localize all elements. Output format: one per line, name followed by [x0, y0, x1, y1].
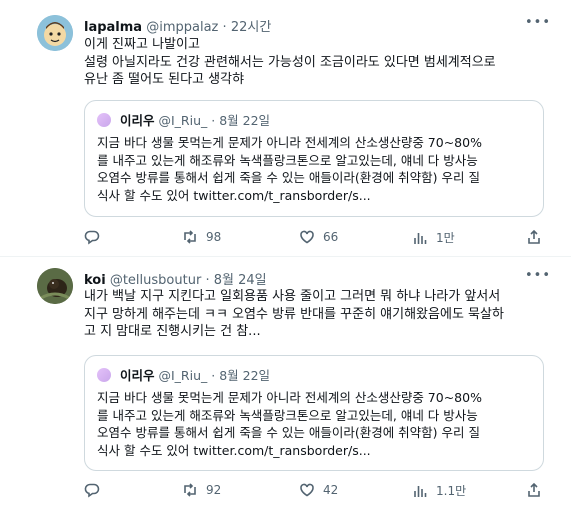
avatar[interactable]: [37, 268, 73, 304]
share-icon: [528, 229, 540, 244]
quote-display-name: 이리우: [119, 368, 155, 383]
views-button[interactable]: 1만: [412, 229, 455, 246]
action-bar: 92 42 1.1만: [84, 482, 554, 502]
quote-date: 8월 22일: [219, 113, 271, 128]
avatar[interactable]: [37, 15, 73, 51]
reply-button[interactable]: [84, 482, 100, 498]
reply-icon: [84, 230, 100, 245]
text-line: 식사 할 수도 있어 twitter.com/t_ransborder/s...: [97, 187, 371, 203]
text-line: 오염수 방류를 통해서 쉽게 죽을 수 있는 애들이라(환경에 취약함) 우리 …: [97, 425, 480, 440]
like-button[interactable]: 42: [299, 482, 338, 498]
like-count: 66: [323, 230, 339, 244]
retweet-button[interactable]: 98: [182, 229, 221, 245]
quote-text: 지금 바다 생물 못먹는게 문제가 아니라 전세계의 산소생산량중 70~80%…: [97, 389, 537, 459]
more-horizontal-icon[interactable]: •••: [525, 16, 550, 36]
text-line: 지금 바다 생물 못먹는게 문제가 아니라 전세계의 산소생산량중 70~80%: [97, 135, 482, 150]
quoted-tweet[interactable]: 이리우 @I_Riu_ · 8월 22일 지금 바다 생물 못먹는게 문제가 아…: [84, 355, 544, 471]
text-line: 고 지 맘대로 진행시키는 건 참...: [84, 324, 261, 339]
reply-icon: [84, 483, 100, 498]
quote-avatar: [97, 368, 111, 382]
retweet-button[interactable]: 92: [182, 482, 221, 498]
quote-handle: @I_Riu_: [158, 113, 208, 128]
text-line: 식사 할 수도 있어 twitter.com/t_ransborder/s...: [97, 442, 371, 458]
retweet-count: 98: [206, 230, 222, 244]
text-line: 지구 망하게 해주는데 ㅋㅋ 오염수 방류 반대를 꾸준히 얘기해왔음에도 묵살…: [84, 306, 504, 322]
separator: ·: [222, 20, 227, 35]
tweet-text: 내가 백날 지구 지킨다고 일회용품 사용 줄이고 그러면 뭐 하냐 나라가 앞…: [84, 288, 554, 341]
retweet-icon: [184, 483, 196, 497]
retweet-icon: [184, 230, 196, 244]
text-line: 유난 좀 떨어도 된다고 생각햐: [84, 72, 245, 87]
retweet-count: 92: [206, 483, 222, 497]
quoted-tweet[interactable]: 이리우 @I_Riu_ · 8월 22일 지금 바다 생물 못먹는게 문제가 아…: [84, 100, 544, 217]
views-count: 1만: [436, 231, 455, 245]
tweet[interactable]: lapalma @imppalaz · 22시간 ••• 이게 진짜고 나발이고…: [0, 0, 571, 257]
quote-date: 8월 22일: [219, 368, 271, 383]
views-count: 1.1만: [436, 484, 467, 498]
display-name[interactable]: koi: [84, 273, 106, 288]
user-handle[interactable]: @imppalaz: [146, 20, 218, 35]
text-line: 내가 백날 지구 지킨다고 일회용품 사용 줄이고 그러면 뭐 하냐 나라가 앞…: [84, 289, 501, 304]
separator: ·: [211, 368, 216, 383]
tweet-text: 이게 진짜고 나발이고 설령 아닐지라도 건강 관련해서는 가능성이 조금이라도…: [84, 36, 554, 89]
text-line: 이게 진짜고 나발이고: [84, 37, 200, 52]
more-horizontal-icon[interactable]: •••: [525, 269, 550, 289]
user-handle[interactable]: @tellusboutur: [110, 273, 201, 288]
quote-header: 이리우 @I_Riu_ · 8월 22일: [97, 110, 270, 129]
tweet[interactable]: koi @tellusboutur · 8월 24일 ••• 내가 백날 지구 …: [0, 257, 571, 513]
quote-header: 이리우 @I_Riu_ · 8월 22일: [97, 365, 270, 384]
like-button[interactable]: 66: [299, 229, 338, 245]
share-button[interactable]: [526, 482, 542, 498]
tweet-header: lapalma @imppalaz · 22시간: [84, 16, 271, 35]
like-count: 42: [323, 483, 339, 497]
views-bar-chart-icon: [414, 485, 427, 497]
text-line: 지금 바다 생물 못먹는게 문제가 아니라 전세계의 산소생산량중 70~80%: [97, 390, 482, 405]
text-line: 를 내주고 있는게 해조류와 녹색플랑크톤으로 알고있는데, 얘네 다 방사능: [97, 152, 478, 168]
text-line: 설령 아닐지라도 건강 관련해서는 가능성이 조금이라도 있다면 범세계적으로: [84, 54, 496, 70]
timestamp[interactable]: 22시간: [231, 20, 271, 35]
views-button[interactable]: 1.1만: [412, 482, 466, 499]
share-icon: [528, 482, 540, 497]
tweet-header: koi @tellusboutur · 8월 24일: [84, 269, 267, 288]
display-name[interactable]: lapalma: [84, 20, 142, 35]
quote-text: 지금 바다 생물 못먹는게 문제가 아니라 전세계의 산소생산량중 70~80%…: [97, 134, 537, 204]
timestamp[interactable]: 8월 24일: [214, 273, 267, 288]
heart-icon: [300, 230, 314, 244]
share-button[interactable]: [526, 229, 542, 245]
text-line: 오염수 방류를 통해서 쉽게 죽을 수 있는 애들이라(환경에 취약함) 우리 …: [97, 170, 480, 185]
reply-button[interactable]: [84, 229, 100, 245]
views-bar-chart-icon: [414, 232, 427, 244]
quote-display-name: 이리우: [119, 113, 155, 128]
quote-avatar: [97, 113, 111, 127]
quote-handle: @I_Riu_: [158, 368, 208, 383]
heart-icon: [300, 483, 314, 497]
separator: ·: [205, 273, 210, 288]
text-line: 를 내주고 있는게 해조류와 녹색플랑크톤으로 알고있는데, 얘네 다 방사능: [97, 407, 478, 423]
action-bar: 98 66 1만: [84, 229, 554, 249]
separator: ·: [211, 113, 216, 128]
